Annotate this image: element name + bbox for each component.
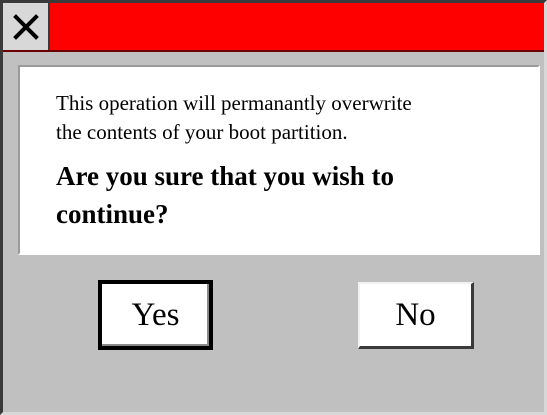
close-x-icon [12,13,39,40]
no-button-label: No [395,296,436,333]
warning-message-line-1: This operation will permanantly overwrit… [56,91,412,115]
no-button[interactable]: No [358,282,474,349]
close-button[interactable] [3,3,50,50]
yes-button-label: Yes [131,296,180,333]
warning-message-line-2: the contents of your boot partition. [56,120,348,144]
title-bar [3,3,544,52]
message-panel: This operation will permanantly overwrit… [18,65,540,255]
confirmation-question: Are you sure that you wish to continue? [56,161,395,229]
confirmation-dialog: This operation will permanantly overwrit… [0,0,547,415]
yes-button[interactable]: Yes [98,280,213,350]
